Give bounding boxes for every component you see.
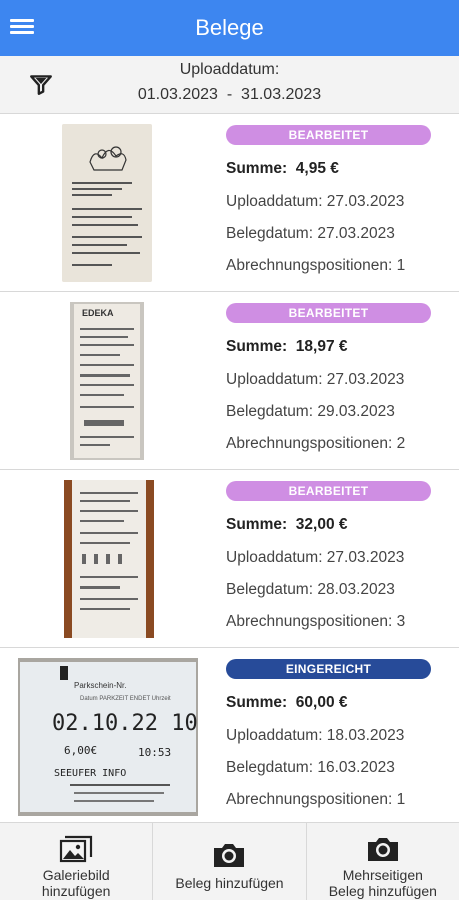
status-badge: BEARBEITET — [226, 481, 431, 501]
receipt-list: BEARBEITET Summe: 4,95 € Uploaddatum: 27… — [0, 114, 459, 822]
receipt-date: Belegdatum: 28.03.2023 — [226, 581, 395, 598]
svg-text:EDEKA: EDEKA — [82, 308, 114, 318]
bottom-action-bar: Galeriebild hinzufügen Beleg hinzufügen … — [0, 822, 459, 900]
multipage-label-line1: Mehrseitigen — [342, 867, 423, 883]
multipage-label-line2: Beleg hinzufügen — [328, 883, 437, 899]
billing-positions: Abrechnungspositionen: 1 — [226, 791, 406, 808]
gallery-label-line2: hinzufügen — [41, 883, 111, 899]
billing-positions: Abrechnungspositionen: 3 — [226, 613, 406, 630]
receipt-thumbnail — [62, 124, 152, 282]
receipt-thumbnail: Parkschein-Nr. Datum PARKZEIT ENDET Uhrz… — [18, 658, 198, 816]
status-badge: EINGEREICHT — [226, 659, 431, 679]
svg-text:6,00€: 6,00€ — [64, 744, 97, 757]
app-bar: Belege — [0, 0, 459, 56]
filter-bar: Uploaddatum: 01.03.2023 - 31.03.2023 — [0, 56, 459, 114]
camera-icon — [214, 844, 245, 867]
filter-date-range[interactable]: 01.03.2023 - 31.03.2023 — [0, 86, 459, 104]
billing-positions: Abrechnungspositionen: 1 — [226, 257, 406, 274]
receipt-date: Belegdatum: 27.03.2023 — [226, 225, 395, 242]
svg-text:02.10.22 10:53: 02.10.22 10:53 — [52, 711, 198, 736]
receipt-date: Belegdatum: 16.03.2023 — [226, 759, 395, 776]
add-multipage-receipt-button[interactable]: Mehrseitigen Beleg hinzufügen — [307, 823, 459, 900]
svg-text:10:53: 10:53 — [138, 746, 171, 759]
receipt-sum: Summe: 4,95 € — [226, 160, 339, 177]
receipt-card[interactable]: BEARBEITET Summe: 32,00 € Uploaddatum: 2… — [0, 470, 459, 648]
receipt-card[interactable]: BEARBEITET Summe: 4,95 € Uploaddatum: 27… — [0, 114, 459, 292]
receipt-thumbnail: EDEKA — [70, 302, 144, 460]
add-receipt-button[interactable]: Beleg hinzufügen — [153, 823, 307, 900]
filter-label: Uploaddatum: — [179, 61, 280, 78]
receipt-sum: Summe: 32,00 € — [226, 516, 348, 533]
camera-icon — [367, 838, 398, 861]
receipt-card[interactable]: Parkschein-Nr. Datum PARKZEIT ENDET Uhrz… — [0, 648, 459, 822]
svg-text:Datum PARKZEIT ENDET Uhrzeit: Datum PARKZEIT ENDET Uhrzeit — [80, 696, 171, 702]
gallery-label-line1: Galeriebild — [42, 867, 110, 883]
billing-positions: Abrechnungspositionen: 2 — [226, 435, 406, 452]
upload-date: Uploaddatum: 27.03.2023 — [226, 371, 405, 388]
receipt-sum: Summe: 18,97 € — [226, 338, 348, 355]
menu-icon[interactable] — [10, 16, 34, 40]
svg-text:SEEUFER INFO: SEEUFER INFO — [54, 768, 126, 779]
page-title: Belege — [195, 15, 264, 40]
receipt-thumbnail — [64, 480, 154, 638]
receipt-sum: Summe: 60,00 € — [226, 694, 348, 711]
receipt-card[interactable]: EDEKA BEARBEITET Summe: 18,97 € Uploadda… — [0, 292, 459, 470]
add-receipt-label: Beleg hinzufügen — [175, 875, 284, 891]
svg-text:Parkschein-Nr.: Parkschein-Nr. — [74, 681, 126, 690]
upload-date: Uploaddatum: 18.03.2023 — [226, 727, 405, 744]
receipt-date: Belegdatum: 29.03.2023 — [226, 403, 395, 420]
upload-date: Uploaddatum: 27.03.2023 — [226, 193, 405, 210]
status-badge: BEARBEITET — [226, 303, 431, 323]
add-gallery-image-button[interactable]: Galeriebild hinzufügen — [0, 823, 154, 900]
status-badge: BEARBEITET — [226, 125, 431, 145]
gallery-icon — [60, 835, 93, 863]
upload-date: Uploaddatum: 27.03.2023 — [226, 549, 405, 566]
